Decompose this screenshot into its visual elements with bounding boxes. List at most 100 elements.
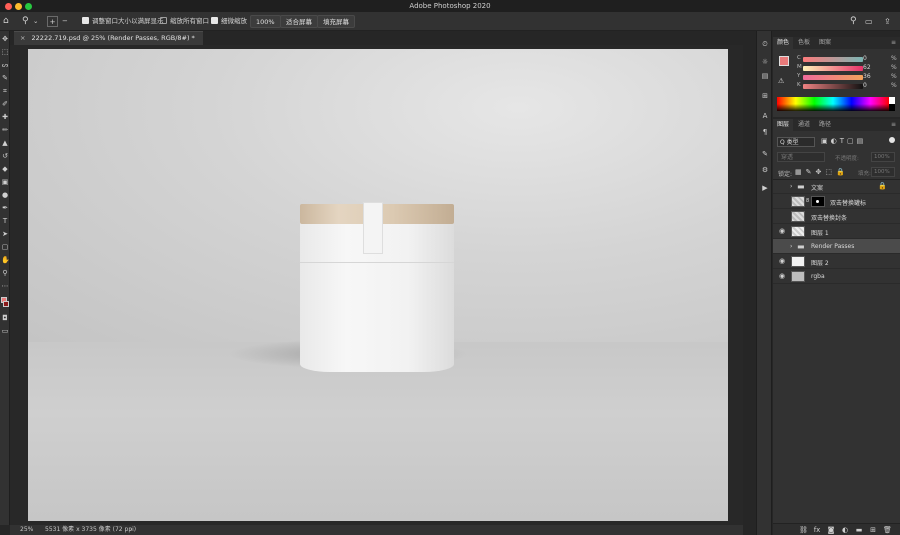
new-group-icon[interactable]: ▬: [855, 526, 863, 534]
document-tab[interactable]: × 22222.719.psd @ 25% (Render Passes, RG…: [14, 31, 203, 45]
layer-row[interactable]: ◉ 图层 2: [773, 254, 900, 269]
properties-icon[interactable]: ⊞: [760, 91, 770, 101]
trash-icon[interactable]: 🗑: [883, 526, 892, 534]
layer-filter-select[interactable]: Q 类型: [777, 137, 815, 147]
zoom-tool-icon[interactable]: ⚲: [1, 269, 9, 277]
checkbox-icon[interactable]: [160, 17, 167, 24]
link-layers-icon[interactable]: ⛓: [799, 526, 808, 534]
zoom-tool-icon[interactable]: ⚲: [22, 16, 29, 27]
filter-icons[interactable]: ▣◐T▢▤: [821, 137, 866, 145]
zoom-level[interactable]: 25%: [20, 525, 33, 535]
brush-tool-icon[interactable]: ✏: [1, 126, 9, 134]
close-tab-icon[interactable]: ×: [20, 34, 25, 42]
black-white-ramp[interactable]: [889, 97, 895, 111]
background-color-swatch[interactable]: [3, 301, 9, 307]
resize-windows-option[interactable]: 调整窗口大小以满屏显示: [82, 16, 164, 27]
new-layer-icon[interactable]: ⊞: [869, 526, 877, 534]
eye-icon[interactable]: ◉: [779, 273, 787, 280]
path-select-tool-icon[interactable]: ➤: [1, 230, 9, 238]
black-slider[interactable]: [803, 84, 863, 89]
character-icon[interactable]: A: [760, 111, 770, 121]
adjustments-icon[interactable]: ☼: [760, 57, 770, 67]
chevron-down-icon[interactable]: ⌄: [33, 16, 38, 27]
brush-settings-icon[interactable]: ✎: [760, 149, 770, 159]
libraries-icon[interactable]: ▤: [760, 71, 770, 81]
workspace-icon[interactable]: ▭: [865, 16, 873, 27]
marquee-tool-icon[interactable]: ⬚: [1, 48, 9, 56]
zoom-out-icon[interactable]: −: [62, 16, 68, 27]
layer-row-selected[interactable]: › ▬ Render Passes: [773, 239, 900, 254]
fit-screen-button[interactable]: 适合屏幕: [280, 15, 318, 28]
chevron-right-icon[interactable]: ›: [790, 243, 792, 250]
zoom-100-button[interactable]: 100%: [250, 15, 281, 28]
tab-channels[interactable]: 通道: [794, 119, 814, 131]
opacity-input[interactable]: 100%: [871, 152, 895, 162]
yellow-value[interactable]: 36: [863, 73, 871, 80]
eraser-tool-icon[interactable]: ◆: [1, 165, 9, 173]
tab-layers[interactable]: 图层: [773, 119, 794, 131]
foreground-swatch[interactable]: [779, 56, 789, 66]
tool-presets-icon[interactable]: ⚙: [760, 165, 770, 175]
link-icon[interactable]: 8: [806, 198, 809, 204]
color-spectrum[interactable]: [777, 97, 889, 111]
layer-row[interactable]: ◉ rgba: [773, 269, 900, 284]
crop-tool-icon[interactable]: ⌗: [1, 87, 9, 95]
hand-tool-icon[interactable]: ✋: [1, 256, 10, 264]
lock-icons[interactable]: ▦✎✥⬚🔒: [795, 168, 849, 176]
healing-brush-tool-icon[interactable]: ✚: [1, 113, 9, 121]
fx-icon[interactable]: fx: [813, 526, 821, 534]
filter-toggle-icon[interactable]: [889, 137, 895, 143]
history-icon[interactable]: ⏲: [760, 39, 770, 49]
blend-mode-select[interactable]: 穿透: [777, 152, 825, 162]
history-brush-tool-icon[interactable]: ↺: [1, 152, 9, 160]
checkbox-icon[interactable]: [211, 17, 218, 24]
rectangle-tool-icon[interactable]: ▢: [1, 243, 9, 251]
cyan-value[interactable]: 0: [863, 55, 867, 62]
scrubby-zoom-option[interactable]: 细微缩放: [211, 16, 247, 27]
pen-tool-icon[interactable]: ✒: [1, 204, 9, 212]
layer-row[interactable]: 双击替换封条: [773, 209, 900, 224]
tab-swatches[interactable]: 色板: [794, 37, 814, 49]
stamp-tool-icon[interactable]: ▲: [1, 139, 9, 147]
quick-select-tool-icon[interactable]: ✎: [1, 74, 9, 82]
eyedropper-tool-icon[interactable]: ✐: [1, 100, 9, 108]
home-icon[interactable]: ⌂: [3, 16, 9, 27]
cyan-slider[interactable]: [803, 57, 863, 62]
add-mask-icon[interactable]: ◙: [827, 526, 835, 534]
share-icon[interactable]: ⇪: [884, 16, 891, 27]
panel-menu-icon[interactable]: ≡: [887, 37, 900, 49]
tab-paths[interactable]: 路径: [815, 119, 835, 131]
tab-color[interactable]: 颜色: [773, 37, 794, 49]
chevron-right-icon[interactable]: ›: [130, 525, 132, 535]
paragraph-icon[interactable]: ¶: [760, 127, 770, 137]
gradient-tool-icon[interactable]: ▣: [1, 178, 9, 186]
chevron-right-icon[interactable]: ›: [790, 183, 792, 190]
yellow-slider[interactable]: [803, 75, 863, 80]
zoom-in-icon[interactable]: +: [47, 16, 58, 27]
more-tools-icon[interactable]: ⋯: [1, 282, 9, 290]
search-icon[interactable]: ⚲: [850, 16, 857, 27]
black-value[interactable]: 0: [863, 82, 867, 89]
eye-icon[interactable]: ◉: [779, 228, 787, 235]
magenta-slider[interactable]: [803, 66, 863, 71]
magenta-value[interactable]: 62: [863, 64, 871, 71]
move-tool-icon[interactable]: ✥: [1, 35, 9, 43]
lasso-tool-icon[interactable]: ᔕ: [1, 61, 9, 69]
screen-mode-icon[interactable]: ▭: [1, 327, 9, 335]
layer-row[interactable]: › ▬ 文案 🔒: [773, 179, 900, 194]
zoom-all-option[interactable]: 缩放所有窗口: [160, 16, 209, 27]
layer-row[interactable]: 8 双击替换罐标: [773, 194, 900, 209]
adjustment-layer-icon[interactable]: ◐: [841, 526, 849, 534]
fill-input[interactable]: 100%: [871, 167, 895, 177]
fill-screen-button[interactable]: 填充屏幕: [317, 15, 355, 28]
panel-menu-icon[interactable]: ≡: [887, 119, 900, 131]
quick-mask-icon[interactable]: ◘: [1, 314, 9, 322]
eye-icon[interactable]: ◉: [779, 258, 787, 265]
actions-icon[interactable]: ▶: [760, 183, 770, 193]
tab-patterns[interactable]: 图案: [815, 37, 835, 49]
layer-row[interactable]: ◉ 图层 1: [773, 224, 900, 239]
dodge-tool-icon[interactable]: ●: [1, 191, 9, 199]
document-canvas[interactable]: [28, 49, 728, 521]
type-tool-icon[interactable]: T: [1, 217, 9, 225]
checkbox-icon[interactable]: [82, 17, 89, 24]
